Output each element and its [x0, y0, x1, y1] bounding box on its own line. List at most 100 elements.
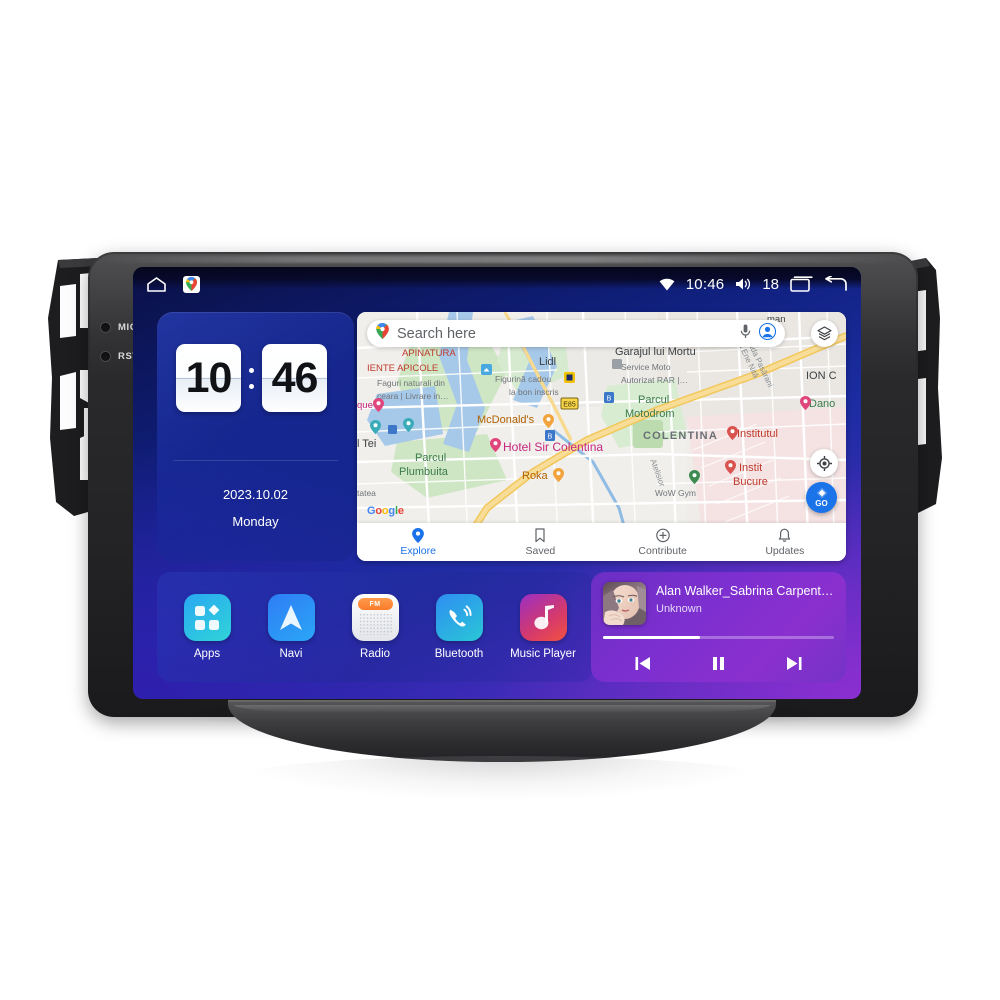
map-pin-icon[interactable] — [553, 468, 564, 487]
dock-item-radio[interactable]: FM Radio — [340, 594, 410, 660]
microphone-icon[interactable] — [740, 324, 751, 344]
map-square-poi-icon[interactable] — [481, 362, 492, 380]
map-nav-label: Saved — [525, 544, 556, 557]
map-label: Bucure — [733, 476, 768, 488]
svg-text:B: B — [607, 396, 612, 403]
fm-badge: FM — [357, 598, 393, 610]
map-label: que — [357, 400, 373, 411]
map-search-bar[interactable]: Search here — [367, 320, 785, 347]
product-photo-stage: MIC RST 10:46 18 10 46 2023.10.02 Monday… — [0, 0, 1000, 1000]
music-transport-controls — [591, 650, 846, 676]
account-avatar-icon[interactable] — [758, 322, 777, 345]
back-arrow-icon[interactable] — [824, 276, 847, 292]
home-icon[interactable] — [146, 276, 167, 292]
map-pin-icon[interactable] — [725, 460, 736, 479]
music-progress-fill — [603, 636, 701, 639]
my-location-button[interactable] — [810, 449, 838, 477]
map-pin-icon[interactable] — [689, 470, 700, 489]
mic-control[interactable]: MIC — [100, 322, 137, 333]
map-nav-label: Explore — [400, 544, 436, 557]
radio-icon: FM — [351, 594, 399, 641]
music-pause-button[interactable] — [703, 650, 733, 676]
map-label: Faguri naturali din — [377, 378, 446, 388]
map-square-poi-icon[interactable] — [612, 356, 622, 374]
reset-hole-icon — [100, 351, 111, 362]
dock-label: Radio — [359, 648, 391, 660]
map-label: Instit — [739, 462, 763, 474]
map-square-poi-icon[interactable] — [564, 370, 575, 388]
pause-icon — [712, 656, 724, 670]
microphone-hole-icon — [100, 322, 111, 333]
map-nav-explore[interactable]: Explore — [357, 523, 479, 561]
recent-apps-icon[interactable] — [790, 276, 813, 292]
music-next-button[interactable] — [779, 650, 809, 676]
clock-hours: 10 — [185, 353, 233, 402]
status-bar: 10:46 18 — [133, 267, 861, 301]
map-label: Garajul lui Mortu — [615, 346, 696, 358]
music-player-widget[interactable]: Alan Walker_Sabrina Carpenter_F... Unkno… — [591, 572, 846, 682]
map-label: Institutul — [737, 428, 778, 440]
map-nav-contribute[interactable]: Contribute — [602, 523, 724, 561]
dock-label: Music Player — [510, 648, 576, 660]
dock-label: Apps — [193, 648, 221, 660]
map-label: Lidl — [539, 356, 557, 368]
map-square-poi-icon[interactable] — [388, 421, 397, 439]
map-pin-icon[interactable] — [490, 438, 501, 457]
skip-previous-icon — [635, 656, 651, 670]
navigation-diamond-icon — [816, 487, 827, 499]
map-layers-button[interactable] — [811, 320, 838, 347]
map-label: IENTE APICOLE — [367, 363, 439, 374]
map-label: Dano — [809, 398, 836, 410]
flip-clock: 10 46 — [176, 344, 327, 412]
google-watermark: Google — [367, 505, 404, 517]
bell-icon — [779, 528, 791, 542]
map-pin-icon[interactable] — [727, 426, 738, 445]
trim-reflection — [236, 756, 768, 800]
map-bottom-nav[interactable]: Explore Saved Contribute Updates — [357, 523, 846, 561]
clock-colon-icon — [249, 367, 254, 389]
clock-weekday: Monday — [232, 514, 279, 529]
map-pin-icon[interactable] — [370, 420, 381, 439]
dock-item-bluetooth[interactable]: Bluetooth — [424, 594, 494, 660]
map-label: McDonald's — [477, 414, 535, 426]
map-label: tatea — [357, 488, 376, 498]
map-label: COLENTINA — [643, 430, 718, 442]
music-title: Alan Walker_Sabrina Carpenter_F... — [656, 584, 836, 598]
map-pin-icon[interactable] — [543, 414, 554, 433]
touchscreen-display[interactable]: 10:46 18 10 46 2023.10.02 Monday E85 B B… — [133, 267, 861, 699]
music-metadata: Alan Walker_Sabrina Carpenter_F... Unkno… — [656, 582, 836, 625]
google-maps-icon[interactable] — [183, 275, 200, 293]
search-input[interactable]: Search here — [397, 326, 732, 342]
bookmark-icon — [535, 527, 545, 542]
clock-widget[interactable]: 10 46 2023.10.02 Monday — [157, 312, 354, 561]
volume-icon[interactable] — [735, 277, 751, 291]
map-pin-icon[interactable] — [800, 396, 811, 415]
navigation-arrow-icon — [267, 594, 315, 641]
google-maps-widget[interactable]: E85 B B APINATURA IENTE APICOLE Faguri n… — [357, 312, 846, 561]
volume-level: 18 — [762, 275, 779, 293]
go-label: GO — [815, 499, 828, 508]
app-dock: Apps Navi FM Radio Bluetooth Music Playe… — [157, 572, 593, 682]
map-layers-icon — [817, 326, 832, 341]
dock-item-navi[interactable]: Navi — [256, 594, 326, 660]
map-label: APINATURA — [402, 348, 456, 359]
map-label: la bon inscris — [509, 387, 559, 397]
music-progress-bar[interactable] — [603, 636, 834, 639]
dock-item-music-player[interactable]: Music Player — [508, 594, 578, 660]
music-previous-button[interactable] — [628, 650, 658, 676]
map-label: l Tei — [357, 438, 377, 450]
map-label: Autorizat RAR |… — [621, 375, 688, 385]
map-nav-updates[interactable]: Updates — [724, 523, 846, 561]
map-pin-icon[interactable] — [403, 418, 414, 437]
map-pin-icon[interactable] — [373, 398, 384, 417]
dock-item-apps[interactable]: Apps — [172, 594, 242, 660]
album-art-portrait — [603, 582, 646, 625]
dock-label: Bluetooth — [434, 648, 484, 660]
fm-label: FM — [369, 600, 381, 608]
apps-grid-icon — [183, 594, 231, 641]
music-note-icon — [519, 594, 567, 641]
go-navigation-button[interactable]: GO — [806, 482, 837, 513]
map-nav-saved[interactable]: Saved — [479, 523, 601, 561]
bezel-highlight — [98, 256, 908, 263]
map-nav-label: Updates — [765, 544, 805, 557]
